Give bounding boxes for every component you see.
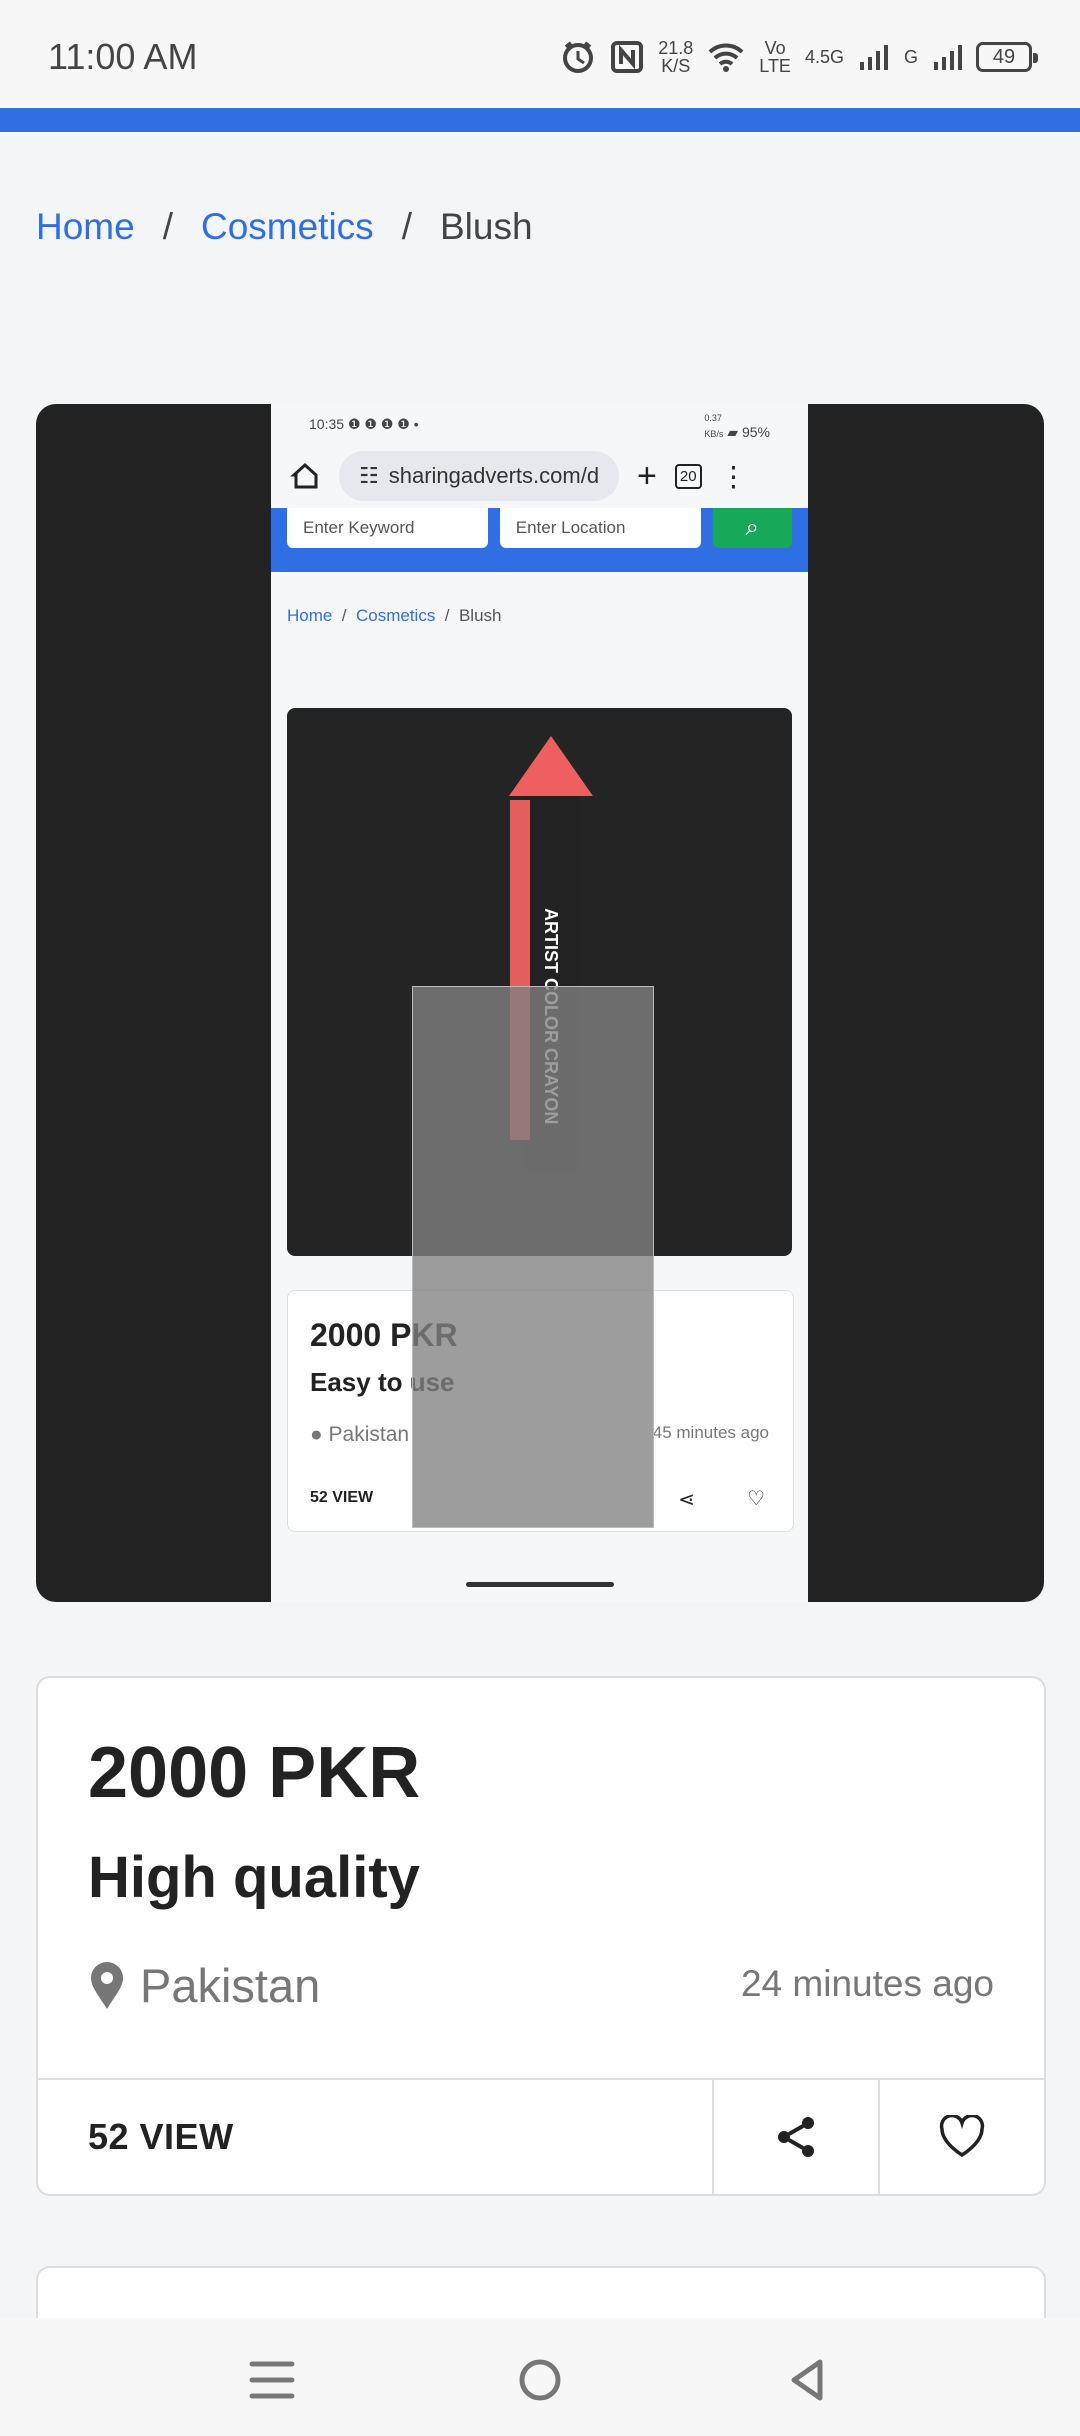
embedded-home-indicator	[466, 1582, 614, 1587]
embedded-search-icon: ⌕	[712, 508, 792, 548]
menu-icon[interactable]	[244, 2354, 300, 2406]
signal-icon	[934, 45, 962, 70]
more-menu-icon: ⋮	[719, 460, 748, 492]
network-speed: 21.8 K/S	[658, 38, 694, 76]
embedded-address-bar: ☷ sharingadverts.com/d + 20 ⋮	[271, 444, 808, 508]
location-label: Pakistan	[140, 1959, 321, 2012]
tab-count-icon: 20	[674, 463, 702, 489]
status-time: 11:00 AM	[48, 36, 198, 77]
breadcrumb-home[interactable]: Home	[36, 206, 135, 248]
signal-icon	[859, 45, 888, 70]
embedded-share-icon: ⋖	[678, 1489, 695, 1511]
listing-footer: 52 VIEW	[38, 2078, 1044, 2194]
nfc-icon	[611, 41, 644, 73]
embedded-status-bar: 10:35 ❶ ❶ ❶ ❶ • 0.37 KB/s ▰ 95%	[271, 404, 808, 444]
embedded-heart-icon: ♡	[747, 1488, 765, 1510]
second-network-type: G	[903, 47, 918, 67]
site-controls-icon: ☷	[359, 463, 379, 488]
favorite-button[interactable]	[878, 2080, 1044, 2194]
embedded-browser-screenshot: 10:35 ❶ ❶ ❶ ❶ • 0.37 KB/s ▰ 95% ☷ sharing…	[271, 404, 808, 1602]
network-type: 4.5G	[804, 47, 844, 67]
listing-card[interactable]: 2000 PKR High quality Pakistan 24 minute…	[36, 1676, 1046, 2196]
embedded-time: 10:35 ❶ ❶ ❶ ❶ •	[309, 415, 419, 432]
embedded-time-ago: 45 minutes ago	[652, 1423, 769, 1442]
listing-title: High quality	[88, 1845, 420, 1910]
back-icon[interactable]	[780, 2354, 836, 2406]
share-button[interactable]	[712, 2080, 878, 2194]
listing-price: 2000 PKR	[88, 1733, 421, 1813]
breadcrumb-cosmetics[interactable]: Cosmetics	[201, 206, 374, 248]
wifi-icon	[708, 43, 744, 72]
embedded-location-field: Enter Location	[499, 508, 701, 548]
listing-location: Pakistan	[88, 1958, 320, 2013]
home-icon	[290, 462, 318, 489]
breadcrumb: Home / Cosmetics / Blush	[36, 206, 533, 248]
location-pin-icon	[91, 1961, 123, 2009]
breadcrumb-current: Blush	[439, 206, 533, 247]
alarm-icon	[563, 41, 594, 73]
top-accent-bar	[0, 108, 1080, 132]
embedded-status-right: 0.37 KB/s ▰ 95%	[704, 412, 770, 440]
embedded-location: ● Pakistan	[310, 1423, 410, 1446]
embedded-url-field: ☷ sharingadverts.com/d	[339, 451, 619, 501]
status-bar: 11:00 AM 21.8 K/S Vo LTE 4.5G G 49	[0, 0, 1080, 108]
breadcrumb-separator: /	[162, 206, 173, 247]
embedded-views: 52 VIEW	[310, 1489, 374, 1506]
view-count: 52 VIEW	[88, 2116, 234, 2157]
add-tab-icon: +	[637, 456, 657, 495]
breadcrumb-separator: /	[401, 206, 412, 247]
product-image-gallery[interactable]: 10:35 ❶ ❶ ❶ ❶ • 0.37 KB/s ▰ 95% ☷ sharing…	[36, 404, 1044, 1602]
heart-icon	[939, 2115, 985, 2158]
volte-label: Vo LTE	[759, 38, 791, 76]
nested-screenshot-overlay	[412, 986, 654, 1528]
status-icons: 21.8 K/S Vo LTE 4.5G G 49	[560, 30, 1038, 84]
embedded-breadcrumb: Home / Cosmetics / Blush	[287, 606, 502, 625]
embedded-keyword-field: Enter Keyword	[287, 508, 488, 548]
posted-time: 24 minutes ago	[740, 1963, 994, 2004]
share-icon	[778, 2117, 814, 2157]
battery-icon: 49	[976, 42, 1038, 72]
home-circle-icon[interactable]	[512, 2354, 568, 2406]
embedded-search-bar: Enter Keyword Enter Location ⌕	[271, 508, 808, 572]
system-navigation-bar	[0, 2318, 1080, 2436]
